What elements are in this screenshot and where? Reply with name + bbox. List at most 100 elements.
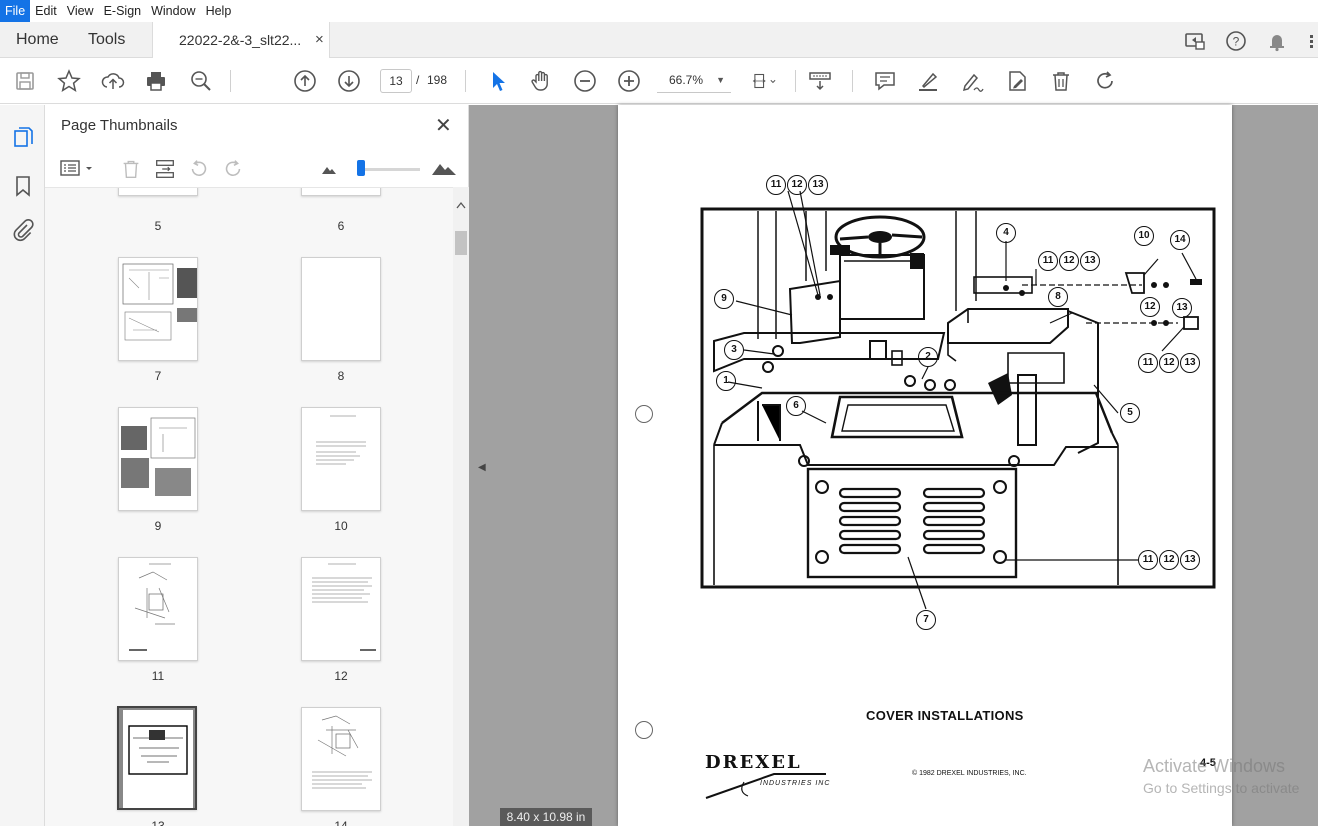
save-icon[interactable] bbox=[12, 68, 38, 94]
callout-5: 5 bbox=[1120, 403, 1140, 423]
thumbnail-label: 9 bbox=[154, 519, 162, 533]
select-cursor-icon[interactable] bbox=[485, 68, 511, 94]
left-navigation-rail bbox=[0, 105, 45, 826]
thumbnail-page-12[interactable] bbox=[301, 557, 381, 661]
thumbnail-page-11[interactable] bbox=[118, 557, 198, 661]
callout: 13 bbox=[808, 175, 828, 195]
total-pages: 198 bbox=[427, 73, 448, 87]
page-down-icon[interactable] bbox=[336, 68, 362, 94]
close-icon[interactable]: ✕ bbox=[435, 113, 452, 138]
callout-group-11-12-13-top: 11 12 13 bbox=[766, 175, 836, 197]
thumbnail-scrollbar[interactable] bbox=[453, 187, 469, 826]
figure-title: COVER INSTALLATIONS bbox=[866, 708, 1024, 723]
thumbnail-page-6[interactable] bbox=[301, 188, 381, 196]
thumbnail-page-10[interactable] bbox=[301, 407, 381, 511]
zoom-level-dropdown[interactable]: 66.7% ▼ bbox=[657, 69, 731, 93]
panel-title: Page Thumbnails bbox=[61, 117, 178, 134]
menu-edit[interactable]: Edit bbox=[30, 0, 62, 22]
star-icon[interactable] bbox=[56, 68, 82, 94]
callout-4: 4 bbox=[996, 223, 1016, 243]
logo-swoosh bbox=[705, 773, 826, 799]
thumbnail-label: 5 bbox=[154, 219, 162, 233]
thumbnail-page-5[interactable] bbox=[118, 188, 198, 196]
comment-icon[interactable] bbox=[872, 68, 898, 94]
scroll-mode-icon[interactable] bbox=[807, 68, 833, 94]
callout: 12 bbox=[1159, 353, 1179, 373]
hand-icon[interactable] bbox=[528, 68, 554, 94]
activate-windows-watermark: Activate Windows bbox=[1143, 756, 1286, 776]
thumbnail-page-14[interactable] bbox=[301, 707, 381, 811]
callout-13: 13 bbox=[1172, 298, 1192, 318]
logo-subtitle: INDUSTRIES INC bbox=[760, 780, 831, 787]
rotate-icon[interactable] bbox=[1092, 68, 1118, 94]
callout-9: 9 bbox=[714, 289, 734, 309]
page-thumbnails-icon[interactable] bbox=[10, 125, 36, 151]
page-up-icon[interactable] bbox=[292, 68, 318, 94]
delete-icon[interactable] bbox=[1048, 68, 1074, 94]
callout-10: 10 bbox=[1134, 226, 1154, 246]
scrollbar-thumb[interactable] bbox=[455, 231, 467, 255]
menu-help[interactable]: Help bbox=[201, 0, 237, 22]
toolbar-separator bbox=[230, 70, 231, 92]
callout-2: 2 bbox=[918, 347, 938, 367]
menu-window[interactable]: Window bbox=[146, 0, 200, 22]
tab-home[interactable]: Home bbox=[16, 31, 59, 49]
tab-close-icon[interactable]: × bbox=[315, 31, 324, 48]
tab-document[interactable]: 22022-2&-3_slt22... × bbox=[152, 22, 330, 59]
edit-pdf-icon[interactable] bbox=[1004, 68, 1030, 94]
highlight-icon[interactable] bbox=[915, 68, 941, 94]
chevron-down-icon: ▼ bbox=[716, 75, 725, 85]
apps-grid-icon[interactable] bbox=[1304, 28, 1318, 54]
attachment-icon[interactable] bbox=[10, 217, 36, 243]
callout-group-11-12-13-right: 11 12 13 bbox=[1038, 251, 1108, 273]
more-tools-icon[interactable] bbox=[1306, 68, 1318, 94]
thumbnail-page-9[interactable] bbox=[118, 407, 198, 511]
toolbar-separator bbox=[852, 70, 853, 92]
thumbnail-label: 11 bbox=[151, 669, 165, 683]
bookmark-icon[interactable] bbox=[10, 173, 36, 199]
thumbnail-label: 12 bbox=[334, 669, 348, 683]
fit-page-icon[interactable] bbox=[752, 68, 788, 94]
zoom-in-icon[interactable] bbox=[616, 68, 642, 94]
thumbnail-label: 13 bbox=[151, 819, 165, 826]
slider-handle[interactable] bbox=[357, 160, 365, 176]
page-number-input[interactable]: 13 bbox=[380, 69, 412, 93]
callout: 13 bbox=[1180, 550, 1200, 570]
help-icon[interactable]: ? bbox=[1223, 28, 1249, 54]
tab-tools[interactable]: Tools bbox=[88, 31, 125, 49]
thumbnail-options-icon[interactable] bbox=[59, 157, 99, 181]
thumbnail-toolbar bbox=[45, 151, 469, 185]
thumbnail-page-8[interactable] bbox=[301, 257, 381, 361]
rotate-right-icon[interactable] bbox=[221, 157, 245, 181]
thumbnail-label: 8 bbox=[337, 369, 345, 383]
callout: 12 bbox=[1059, 251, 1079, 271]
menu-file[interactable]: File bbox=[0, 0, 31, 22]
upload-icon[interactable] bbox=[100, 68, 126, 94]
callout-1: 1 bbox=[716, 371, 736, 391]
zoom-level-value: 66.7% bbox=[669, 73, 704, 87]
callout: 11 bbox=[1138, 550, 1158, 570]
thumbnail-size-slider[interactable] bbox=[358, 168, 420, 171]
delete-page-icon[interactable] bbox=[119, 157, 143, 181]
rotate-left-icon[interactable] bbox=[187, 157, 211, 181]
thumbnail-page-13-current[interactable] bbox=[117, 706, 197, 810]
scroll-up-icon[interactable] bbox=[456, 201, 466, 209]
insert-page-icon[interactable] bbox=[153, 157, 177, 181]
zoom-search-icon[interactable] bbox=[188, 68, 214, 94]
menu-view[interactable]: View bbox=[62, 0, 99, 22]
menu-bar: File Edit View E-Sign Window Help bbox=[0, 0, 1318, 22]
callout-6: 6 bbox=[786, 396, 806, 416]
zoom-out-icon[interactable] bbox=[572, 68, 598, 94]
callout-3: 3 bbox=[724, 340, 744, 360]
thumbnail-page-7[interactable] bbox=[118, 257, 198, 361]
menu-esign[interactable]: E-Sign bbox=[99, 0, 147, 22]
print-icon[interactable] bbox=[143, 68, 169, 94]
share-screen-icon[interactable] bbox=[1182, 28, 1208, 54]
sign-icon[interactable] bbox=[959, 68, 985, 94]
activate-windows-subtitle: Go to Settings to activate bbox=[1143, 780, 1300, 796]
notification-bell-icon[interactable] bbox=[1264, 28, 1290, 54]
large-mountain-icon[interactable] bbox=[431, 157, 457, 177]
thumbnail-label: 6 bbox=[337, 219, 345, 233]
small-mountain-icon[interactable] bbox=[321, 161, 337, 175]
collapse-panel-icon[interactable]: ◀ bbox=[478, 462, 486, 473]
